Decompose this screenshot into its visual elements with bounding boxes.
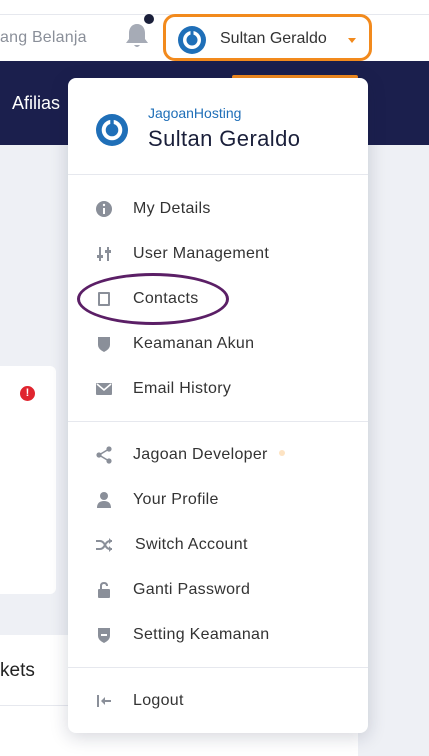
menu-item-label: User Management: [133, 245, 270, 262]
highlight-circle-annotation: [77, 273, 229, 325]
caret-down-icon: [348, 38, 356, 43]
nav-item-afiliasi[interactable]: Afilias: [12, 93, 60, 114]
menu-item-your-profile[interactable]: Your Profile: [68, 478, 368, 523]
menu-item-label: Jagoan Developer: [133, 446, 268, 463]
menu-item-keamanan-akun[interactable]: Keamanan Akun: [68, 322, 368, 367]
menu-item-email-history[interactable]: Email History: [68, 367, 368, 412]
sliders-icon: [97, 247, 111, 261]
top-bar: ang Belanja Sultan Geraldo: [0, 0, 429, 61]
shopping-cart-link[interactable]: ang Belanja: [0, 29, 87, 47]
menu-divider: [68, 667, 368, 668]
menu-item-user-management[interactable]: User Management: [68, 232, 368, 277]
shuffle-icon: [96, 538, 112, 552]
menu-item-label: Logout: [133, 692, 184, 709]
menu-item-jagoan-developer[interactable]: Jagoan Developer: [68, 433, 368, 478]
shield-minus-icon: [98, 628, 110, 643]
unlock-icon: [98, 581, 110, 598]
menu-item-label: Your Profile: [133, 491, 219, 508]
menu-item-logout[interactable]: Logout: [68, 679, 368, 724]
notification-dot: [144, 14, 154, 24]
logout-icon: [97, 695, 111, 707]
company-name: JagoanHosting: [148, 105, 242, 121]
menu-item-label: Email History: [133, 380, 232, 397]
info-icon: [96, 201, 112, 217]
new-badge-dot: [279, 450, 285, 456]
bell-icon[interactable]: [124, 22, 150, 50]
account-name: Sultan Geraldo: [148, 126, 301, 151]
menu-item-ganti-password[interactable]: Ganti Password: [68, 568, 368, 613]
menu-divider: [68, 421, 368, 422]
menu-item-switch-account[interactable]: Switch Account: [68, 523, 368, 568]
user-menu-name: Sultan Geraldo: [220, 30, 327, 47]
menu-item-label: Ganti Password: [133, 581, 251, 598]
menu-item-my-details[interactable]: My Details: [68, 187, 368, 232]
user-menu-button[interactable]: Sultan Geraldo: [163, 14, 372, 61]
user-icon: [97, 492, 111, 508]
menu-item-setting-keamanan[interactable]: Setting Keamanan: [68, 613, 368, 658]
menu-item-label: Keamanan Akun: [133, 335, 255, 352]
envelope-icon: [96, 383, 112, 395]
shield-icon: [98, 337, 110, 352]
jagoanhosting-logo-icon: [178, 26, 206, 54]
alert-icon: !: [20, 386, 35, 401]
dropdown-header: JagoanHosting Sultan Geraldo: [68, 78, 368, 175]
menu-item-label: Setting Keamanan: [133, 626, 270, 643]
jagoanhosting-logo-icon: [96, 114, 128, 146]
tickets-title: kets: [0, 660, 35, 681]
menu-item-label: Switch Account: [135, 536, 248, 553]
user-dropdown-menu: JagoanHosting Sultan Geraldo My Details …: [68, 78, 368, 733]
share-icon: [96, 446, 112, 464]
menu-item-label: My Details: [133, 200, 211, 217]
